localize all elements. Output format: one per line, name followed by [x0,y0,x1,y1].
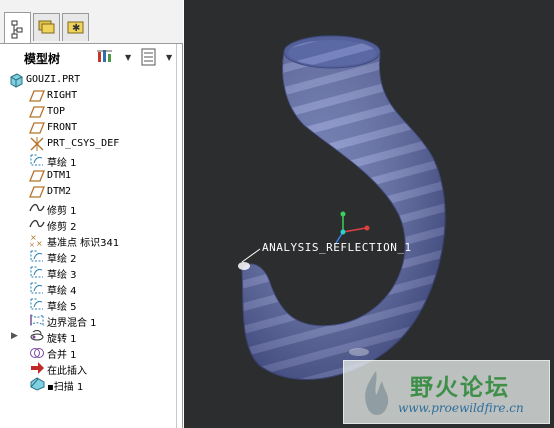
tree-item[interactable]: 草绘 1 [0,152,176,169]
tree-item-label: TOP [47,106,66,117]
hook-inner-wall [288,40,376,66]
sweep-icon [29,376,45,392]
tree-item-label: FRONT [47,122,78,133]
watermark-title: 野火论坛 [410,375,510,401]
tree-item-label: PRT_CSYS_DEF [47,138,120,149]
tree-item[interactable]: PRT_CSYS_DEF [0,136,176,152]
part-icon [8,72,24,88]
sketch-icon [29,296,45,312]
tree-item[interactable]: 草绘 5 [0,296,176,313]
datum-point-icon: × × × [29,232,45,249]
merge-icon [29,344,45,360]
revolve-icon [29,328,45,344]
tree-item[interactable]: DTM1 [0,168,176,184]
coordinate-triad-icon [335,211,370,244]
tree-item[interactable]: ▶ 旋转 1 [0,328,176,345]
datum-plane-icon [29,168,45,184]
insert-here-arrow-icon [29,360,45,376]
tree-item-label: 草绘 3 [47,270,77,281]
tree-item[interactable]: 修剪 2 [0,216,176,233]
boundary-blend-icon [29,312,45,328]
tree-item-label: 草绘 1 [47,158,77,169]
tab-folder-browser[interactable] [33,13,60,41]
tree-item-label: DTM2 [47,186,72,197]
show-dropdown-icon[interactable]: ▼ [166,53,172,62]
hook-tip-highlight [238,262,250,270]
tree-item[interactable]: FRONT [0,120,176,136]
tab-favorites[interactable]: ✱ [62,13,89,41]
reflection-highlight [349,348,369,356]
model-tree-header: 模型树 ▼ ▼ [0,44,182,70]
tree-item-label: ▪扫描 1 [47,382,84,393]
tree-item-label: 合并 1 [47,350,77,361]
tree-item-label: 修剪 1 [47,206,77,217]
hook-shading [242,35,446,380]
tree-item[interactable]: DTM2 [0,184,176,200]
svg-text:✱: ✱ [72,23,80,34]
svg-text:×: × [36,239,43,248]
sketch-icon [29,264,45,280]
tree-settings-icon[interactable] [96,48,116,66]
tree-item[interactable]: 修剪 1 [0,200,176,217]
svg-text:×: × [29,241,35,248]
coordinate-system-icon [29,136,45,152]
tree-item-label: DTM1 [47,170,72,181]
datum-plane-icon [29,88,45,104]
analysis-annotation-label[interactable]: ANALYSIS_REFLECTION_1 [262,241,412,254]
model-tree-title: 模型树 [24,52,61,66]
tree-item-label: 在此插入 [47,366,87,377]
tree-item[interactable]: RIGHT [0,88,176,104]
tree-item[interactable]: 在此插入 [0,360,176,377]
watermark: 野火论坛 www.proewildfire.cn [343,360,550,424]
tree-item[interactable]: GOUZI.PRT [0,72,176,88]
tree-item-label: 基准点 标识341 [47,238,120,249]
tree-item-label: GOUZI.PRT [26,74,81,85]
tree-item-label: 草绘 5 [47,302,77,313]
folder-stack-icon [38,20,55,34]
tree-settings-dropdown-icon[interactable]: ▼ [125,53,131,62]
tree-item[interactable]: 草绘 3 [0,264,176,281]
tree-item[interactable]: TOP [0,104,176,120]
tree-item-label: RIGHT [47,90,78,101]
tree-item-label: 草绘 4 [47,286,77,297]
trim-curve-icon [29,216,45,232]
tree-item[interactable]: ▪扫描 1 [0,376,176,393]
tree-item[interactable]: 草绘 2 [0,248,176,265]
navigator-tabs: ✱ [0,0,183,44]
model-tree-tab-icon [11,20,23,39]
tree-item[interactable]: 边界混合 1 [0,312,176,329]
flame-logo-icon [365,371,389,415]
expand-arrow-icon[interactable]: ▶ [11,331,18,341]
tree-item-label: 修剪 2 [47,222,77,233]
tree-item-label: 草绘 2 [47,254,77,265]
tree-item-label: 边界混合 1 [47,318,97,329]
show-columns-icon[interactable] [139,48,159,66]
annotation-leader [241,248,261,263]
tree-scrollbar-edge [176,44,177,428]
datum-plane-icon [29,104,45,120]
tree-item-label: 旋转 1 [47,334,77,345]
trim-curve-icon [29,200,45,216]
tree-item[interactable]: 合并 1 [0,344,176,361]
tree-item[interactable]: 草绘 4 [0,280,176,297]
sketch-icon [29,248,45,264]
datum-plane-icon [29,184,45,200]
favorites-folder-icon: ✱ [67,21,84,34]
watermark-url: www.proewildfire.cn [398,401,524,415]
sketch-icon [29,152,45,168]
datum-plane-icon [29,120,45,136]
sketch-icon [29,280,45,296]
tab-model-tree[interactable] [4,12,31,43]
tree-item[interactable]: × × × 基准点 标识341 [0,232,176,249]
navigator-panel: ✱ 模型树 ▼ ▼ GOUZI.PRT RIGHT TOP FRONT PRT_… [0,0,183,428]
